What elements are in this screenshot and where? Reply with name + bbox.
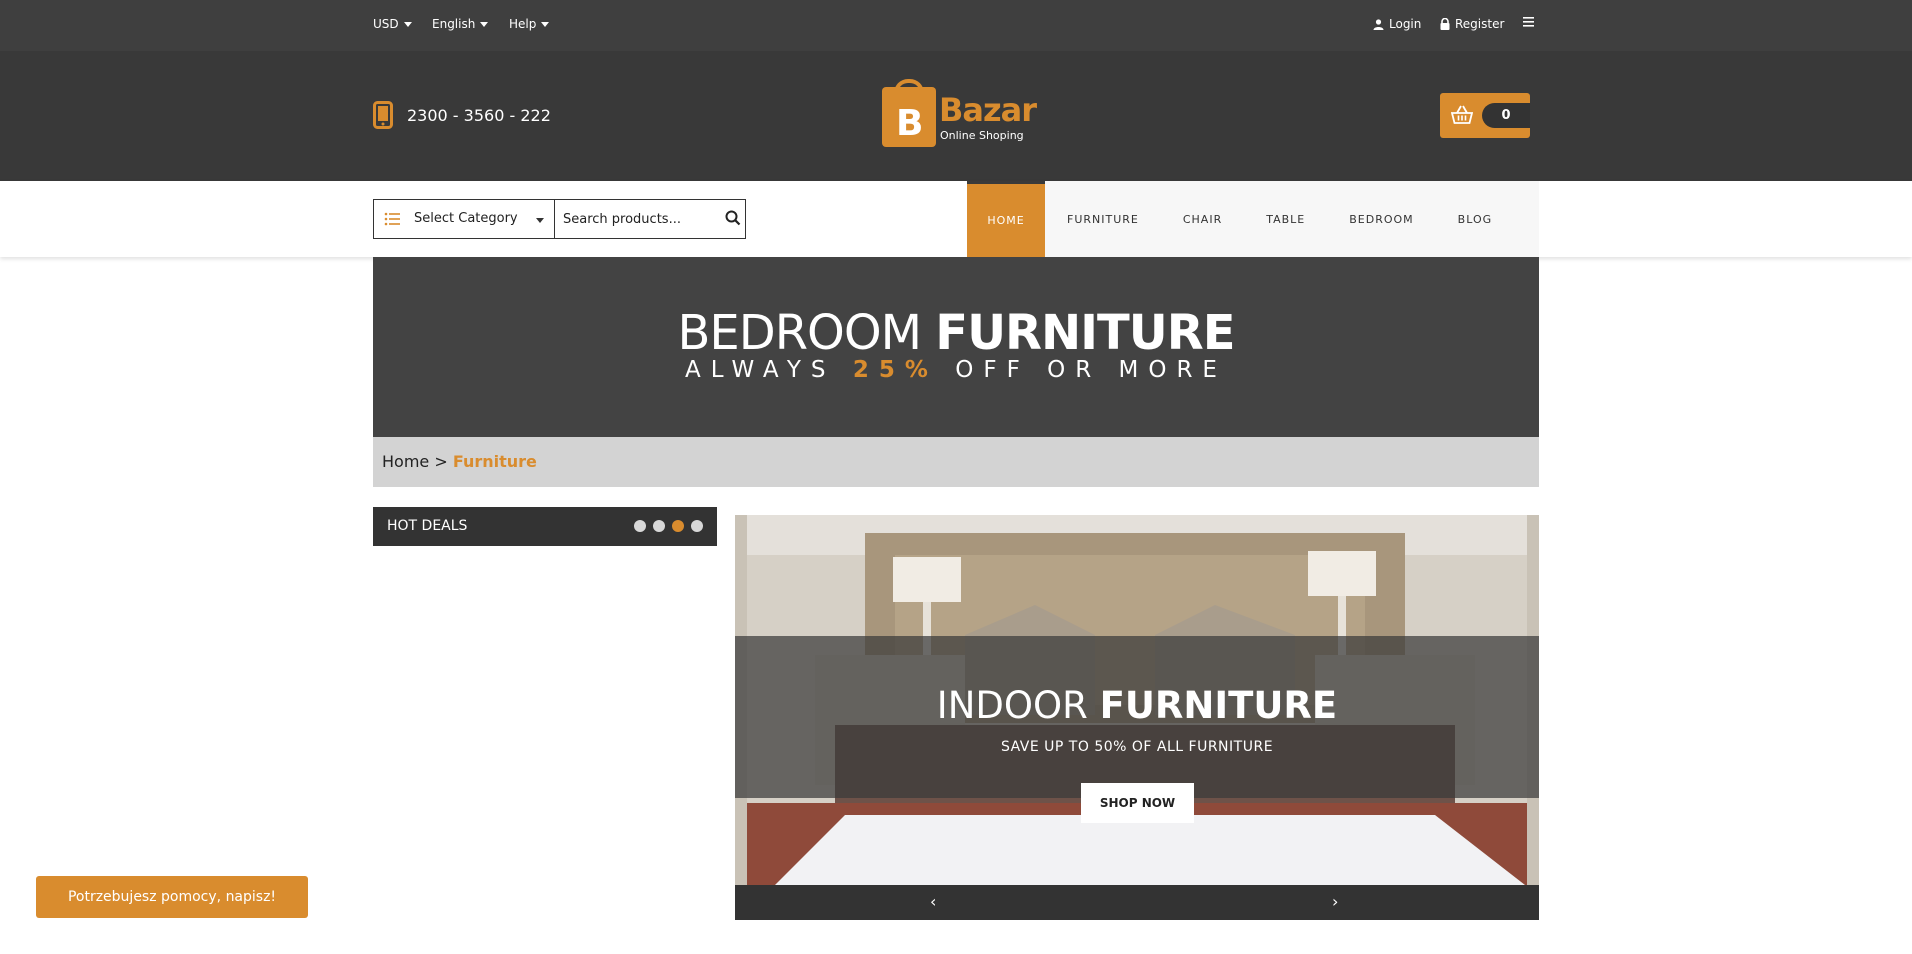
- lock-icon: [1440, 18, 1450, 30]
- menu-item-blog[interactable]: BLOG: [1436, 181, 1514, 257]
- banner-title-bold: FURNITURE: [935, 305, 1235, 361]
- main-menu: HOME FURNITURE CHAIR TABLE BEDROOM BLOG: [967, 181, 1539, 257]
- cart-button[interactable]: 0: [1440, 93, 1530, 138]
- site-logo[interactable]: B Bazar Online Shoping: [882, 79, 1037, 151]
- logo-name: Bazar: [939, 91, 1037, 129]
- basket-icon: [1451, 105, 1473, 124]
- top-bar: USD English Help Login Register: [0, 0, 1912, 51]
- chevron-down-icon: [403, 21, 412, 27]
- menu-item-table[interactable]: TABLE: [1244, 181, 1327, 257]
- menu-item-chair[interactable]: CHAIR: [1161, 181, 1244, 257]
- menu-item-bedroom[interactable]: BEDROOM: [1327, 181, 1435, 257]
- login-link[interactable]: Login: [1373, 17, 1421, 31]
- carousel-dots: [634, 520, 703, 532]
- menu-toggle[interactable]: [1523, 16, 1534, 27]
- currency-label: USD: [373, 17, 399, 31]
- language-label: English: [432, 17, 476, 31]
- breadcrumb-separator: >: [429, 452, 453, 471]
- page-banner: BEDROOM FURNITURE ALWAYS 25% OFF OR MORE: [373, 257, 1539, 437]
- banner-title-light: BEDROOM: [677, 305, 936, 361]
- carousel-dot[interactable]: [653, 520, 665, 532]
- phone-contact: 2300 - 3560 - 222: [373, 101, 551, 129]
- login-label: Login: [1389, 17, 1422, 31]
- carousel-dot[interactable]: [691, 520, 703, 532]
- slider-title-light: INDOOR: [936, 684, 1100, 727]
- breadcrumb-home[interactable]: Home: [382, 452, 429, 471]
- slider-navigation: ‹ ›: [735, 885, 1539, 920]
- help-label: Help: [509, 17, 537, 31]
- search-box: [554, 199, 746, 239]
- banner-sub-post: OFF OR MORE: [937, 357, 1227, 383]
- search-input[interactable]: [563, 209, 713, 229]
- breadcrumb-current: Furniture: [452, 452, 537, 471]
- navigation-bar: Select Category HOME FURNITURE CHAIR TAB…: [0, 181, 1912, 257]
- site-header: 2300 - 3560 - 222 B Bazar Online Shoping…: [0, 51, 1912, 181]
- banner-sub-pre: ALWAYS: [685, 357, 853, 383]
- menu-item-furniture[interactable]: FURNITURE: [1045, 181, 1161, 257]
- slider-overlay: INDOOR FURNITURE SAVE UP TO 50% OF ALL F…: [735, 636, 1539, 798]
- chevron-down-icon: [541, 21, 550, 27]
- help-dropdown[interactable]: Help: [509, 17, 550, 31]
- register-label: Register: [1455, 17, 1505, 31]
- banner-sub-accent: 25%: [852, 357, 938, 383]
- chevron-right-icon[interactable]: ›: [1332, 892, 1338, 911]
- register-link[interactable]: Register: [1440, 17, 1504, 31]
- slider-subtitle: SAVE UP TO 50% OF ALL FURNITURE: [1000, 739, 1274, 755]
- chevron-down-icon: [536, 218, 544, 223]
- hot-deals-title: HOT DEALS: [387, 518, 468, 534]
- hot-deals-header: HOT DEALS: [373, 507, 717, 546]
- carousel-dot[interactable]: [634, 520, 646, 532]
- list-icon: [384, 212, 400, 226]
- menu-item-home[interactable]: HOME: [967, 181, 1045, 257]
- language-dropdown[interactable]: English: [432, 17, 489, 31]
- chevron-down-icon: [480, 21, 489, 27]
- shop-now-button[interactable]: SHOP NOW: [1081, 783, 1194, 823]
- category-label: Select Category: [414, 211, 518, 226]
- banner-title: BEDROOM FURNITURE: [373, 305, 1539, 361]
- logo-tagline: Online Shoping: [940, 129, 1024, 142]
- cart-count: 0: [1482, 103, 1530, 128]
- chevron-left-icon[interactable]: ‹: [930, 892, 936, 911]
- phone-icon: [373, 101, 393, 129]
- slider-title-bold: FURNITURE: [1099, 684, 1338, 727]
- shopping-bag-icon: B: [882, 87, 936, 147]
- hero-slider: INDOOR FURNITURE SAVE UP TO 50% OF ALL F…: [735, 515, 1539, 885]
- phone-number: 2300 - 3560 - 222: [407, 105, 551, 125]
- search-icon[interactable]: [725, 210, 741, 226]
- logo-letter: B: [896, 103, 924, 144]
- breadcrumb: Home > Furniture: [373, 437, 1539, 487]
- carousel-dot-active[interactable]: [672, 520, 684, 532]
- help-chat-button[interactable]: Potrzebujesz pomocy, napisz!: [36, 876, 308, 918]
- banner-subtitle: ALWAYS 25% OFF OR MORE: [373, 357, 1539, 383]
- user-icon: [1373, 18, 1384, 30]
- hamburger-icon: [1523, 17, 1534, 27]
- slider-title: INDOOR FURNITURE: [735, 684, 1539, 727]
- currency-dropdown[interactable]: USD: [373, 17, 412, 31]
- category-select[interactable]: Select Category: [373, 199, 555, 239]
